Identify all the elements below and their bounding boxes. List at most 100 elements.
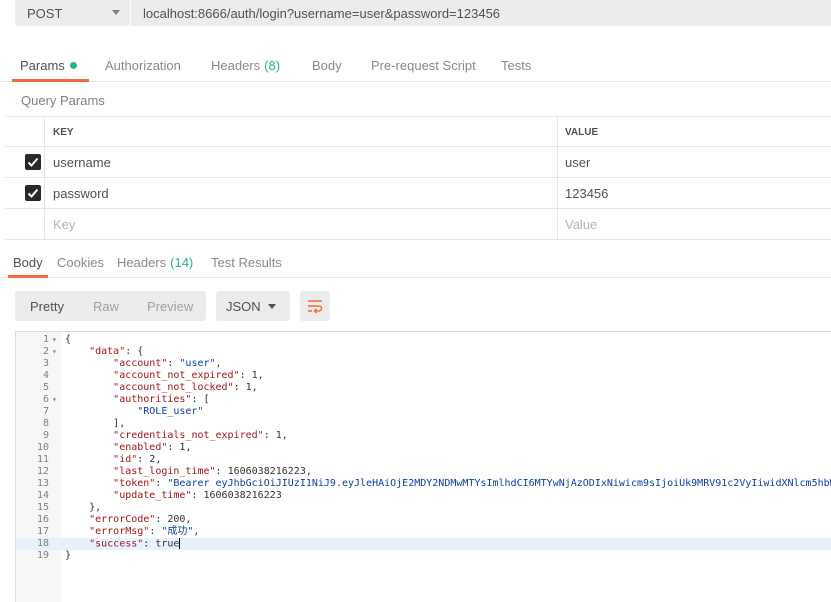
code-line: 12 "last_login_time": 1606038216223, xyxy=(16,466,831,478)
table-row-new: Key Value xyxy=(5,209,831,240)
line-number: 6 xyxy=(42,394,49,405)
code-line: 4 "account_not_expired": 1, xyxy=(16,370,831,382)
tab-label: Tests xyxy=(501,58,532,73)
line-number: 1 xyxy=(42,334,49,345)
line-number: 17 xyxy=(36,526,49,537)
table-header-row: KEY VALUE xyxy=(5,116,831,147)
line-number: 16 xyxy=(36,514,49,525)
line-number: 9 xyxy=(42,430,49,441)
param-checkbox[interactable] xyxy=(25,154,41,170)
url-input[interactable]: localhost:8666/auth/login?username=user&… xyxy=(131,0,831,26)
format-label: JSON xyxy=(226,298,261,314)
line-number: 2 xyxy=(42,346,49,357)
tab-body[interactable]: Body xyxy=(312,50,342,81)
fold-arrow-icon[interactable]: ▾ xyxy=(52,334,57,346)
fold-arrow-icon[interactable]: ▾ xyxy=(52,394,57,406)
query-params-title: Query Params xyxy=(21,93,105,108)
code-text: "account_not_locked": 1, xyxy=(113,382,258,393)
query-params-table: KEY VALUE username user password 123456 … xyxy=(5,116,831,240)
tab-params[interactable]: Params xyxy=(12,50,89,82)
code-line: 9 "credentials_not_expired": 1, xyxy=(16,430,831,442)
tab-label: Body xyxy=(312,58,342,73)
tab-headers[interactable]: Headers (8) xyxy=(211,50,280,81)
line-number: 8 xyxy=(42,418,49,429)
tab-authorization[interactable]: Authorization xyxy=(105,50,181,81)
code-line: 10 "enabled": 1, xyxy=(16,442,831,454)
tab-label: Headers xyxy=(211,58,261,73)
wrap-lines-button[interactable] xyxy=(300,291,330,321)
code-text: "success": true xyxy=(89,538,181,550)
param-checkbox[interactable] xyxy=(25,185,41,201)
line-number: 4 xyxy=(42,370,49,381)
preview-button[interactable]: Preview xyxy=(147,291,193,321)
checkmark-icon xyxy=(27,157,39,167)
code-text: }, xyxy=(89,502,102,513)
code-line: 11 "id": 2, xyxy=(16,454,831,466)
code-line: 8 ], xyxy=(16,418,831,430)
line-number: 19 xyxy=(36,550,49,561)
code-text: "authorities": [ xyxy=(113,394,210,405)
raw-button[interactable]: Raw xyxy=(93,291,119,321)
tab-label: Pre-request Script xyxy=(371,58,476,73)
param-value-input[interactable]: user xyxy=(565,147,590,177)
line-number: 13 xyxy=(36,478,49,489)
line-number: 11 xyxy=(36,454,49,465)
code-text: } xyxy=(65,550,72,561)
code-line: 15 }, xyxy=(16,502,831,514)
format-select[interactable]: JSON xyxy=(216,291,290,321)
code-line: 18 "success": true xyxy=(16,538,831,550)
code-text: "account_not_expired": 1, xyxy=(113,370,264,381)
param-key-input[interactable]: password xyxy=(53,178,109,208)
tab-label: Authorization xyxy=(105,58,181,73)
active-params-dot-icon xyxy=(69,62,77,69)
tab-response-body[interactable]: Body xyxy=(8,248,48,278)
code-text: "enabled": 1, xyxy=(113,442,192,453)
view-mode-toggle: Pretty Raw Preview xyxy=(15,291,206,321)
code-text: "id": 2, xyxy=(113,454,162,465)
code-line: 19} xyxy=(16,550,831,562)
url-value: localhost:8666/auth/login?username=user&… xyxy=(143,5,501,21)
tab-label: Params xyxy=(20,58,65,73)
code-line: 14 "update_time": 1606038216223 xyxy=(16,490,831,502)
code-text: "account": "user", xyxy=(113,358,222,369)
code-line: 17 "errorMsg": "成功", xyxy=(16,526,831,538)
tab-tests[interactable]: Tests xyxy=(501,50,531,81)
code-line: 2 ▾ "data": { xyxy=(16,346,831,358)
method-select[interactable]: POST xyxy=(15,0,130,26)
code-line: 7 "ROLE_user" xyxy=(16,406,831,418)
request-tabs: Params Authorization Headers (8) Body Pr… xyxy=(0,50,831,82)
line-number: 10 xyxy=(36,442,49,453)
value-column-header: VALUE xyxy=(565,126,599,138)
line-number: 3 xyxy=(42,358,49,369)
code-line: 3 "account": "user", xyxy=(16,358,831,370)
line-number: 15 xyxy=(36,502,49,513)
table-row: password 123456 xyxy=(5,178,831,209)
response-body-editor[interactable]: 1 ▾{2 ▾ "data": {3 "account": "user", 4 "ac… xyxy=(15,331,831,602)
code-text: "ROLE_user" xyxy=(137,406,204,417)
line-number: 18 xyxy=(36,538,49,549)
chevron-down-icon xyxy=(268,304,276,309)
new-value-input[interactable]: Value xyxy=(565,209,597,239)
headers-count: (8) xyxy=(264,58,281,73)
method-label: POST xyxy=(27,5,63,21)
tab-response-headers[interactable]: Headers (14) xyxy=(117,248,193,277)
new-key-input[interactable]: Key xyxy=(53,209,75,239)
tab-label: Headers xyxy=(117,255,167,270)
key-column-header: KEY xyxy=(53,126,74,138)
code-line: 13 "token": "Bearer eyJhbGciOiJIUzI1NiJ9… xyxy=(16,478,831,490)
code-line: 16 "errorCode": 200, xyxy=(16,514,831,526)
code-text: ], xyxy=(113,418,126,429)
tab-pre-request-script[interactable]: Pre-request Script xyxy=(371,50,476,81)
tab-cookies[interactable]: Cookies xyxy=(57,248,104,277)
tab-test-results[interactable]: Test Results xyxy=(211,248,282,277)
wrap-lines-icon xyxy=(308,300,323,314)
pretty-button[interactable]: Pretty xyxy=(30,291,64,321)
response-tabs: Body Cookies Headers (14) Test Results xyxy=(0,248,831,278)
request-bar: POST localhost:8666/auth/login?username=… xyxy=(0,0,831,42)
line-number: 7 xyxy=(42,406,49,417)
code-text: "errorCode": 200, xyxy=(89,514,192,525)
param-key-input[interactable]: username xyxy=(53,147,111,177)
param-value-input[interactable]: 123456 xyxy=(565,178,608,208)
line-number: 12 xyxy=(36,466,49,477)
fold-arrow-icon[interactable]: ▾ xyxy=(52,346,57,358)
